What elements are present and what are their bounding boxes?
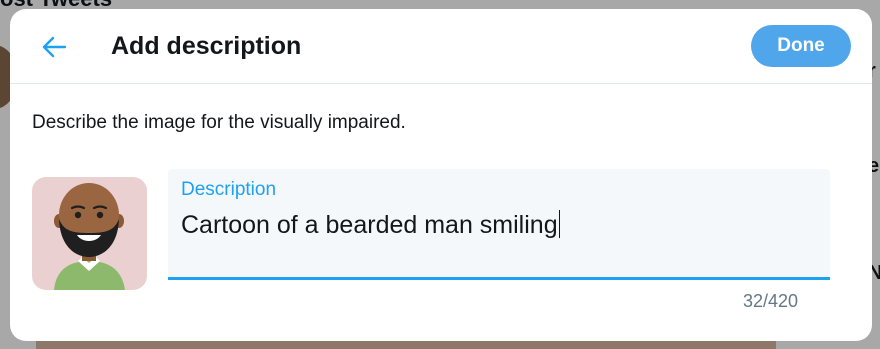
done-button[interactable]: Done xyxy=(751,25,851,67)
description-input[interactable]: Cartoon of a bearded man smiling xyxy=(181,205,811,245)
image-thumbnail xyxy=(32,177,147,290)
description-field[interactable]: Description Cartoon of a bearded man smi… xyxy=(168,169,830,280)
description-label: Description xyxy=(181,179,277,200)
add-description-modal: Add description Done Describe the image … xyxy=(10,9,872,341)
bearded-man-illustration xyxy=(54,183,125,290)
description-value: Cartoon of a bearded man smiling xyxy=(181,211,558,239)
text-cursor xyxy=(558,210,560,238)
back-button[interactable] xyxy=(36,29,72,65)
arrow-left-icon xyxy=(42,36,67,58)
modal-header: Add description Done xyxy=(10,9,872,84)
modal-title: Add description xyxy=(111,32,302,60)
character-count: 32/420 xyxy=(743,291,799,311)
instructions-text: Describe the image for the visually impa… xyxy=(32,112,406,133)
